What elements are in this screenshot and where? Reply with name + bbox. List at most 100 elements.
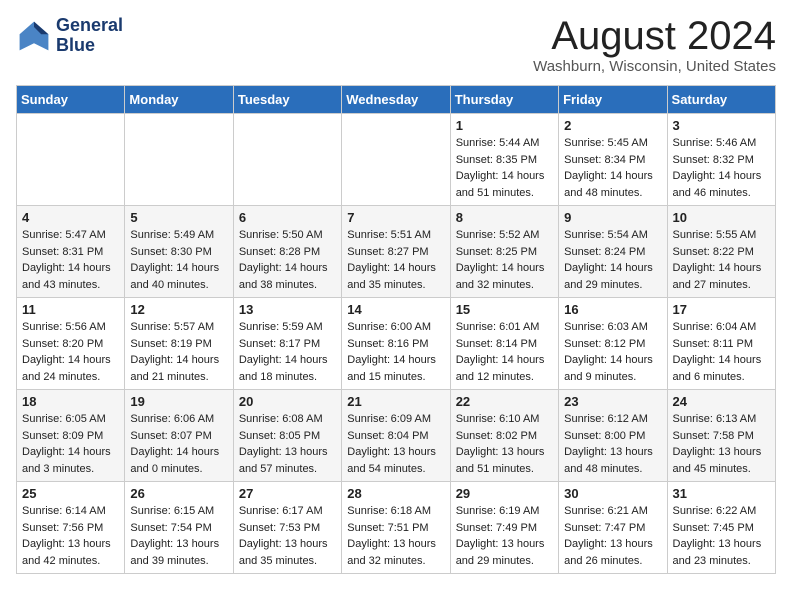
calendar-cell: 31 Sunrise: 6:22 AMSunset: 7:45 PMDayligh…: [667, 482, 775, 574]
title-area: August 2024 Washburn, Wisconsin, United …: [533, 16, 776, 75]
calendar-cell: 19 Sunrise: 6:06 AMSunset: 8:07 PMDayligh…: [125, 390, 233, 482]
calendar-week-row: 1 Sunrise: 5:44 AMSunset: 8:35 PMDaylight…: [17, 114, 776, 206]
weekday-header: Sunday: [17, 86, 125, 114]
calendar-cell: [233, 114, 341, 206]
calendar-cell: 17 Sunrise: 6:04 AMSunset: 8:11 PMDayligh…: [667, 298, 775, 390]
day-number: 25: [22, 486, 119, 501]
day-number: 29: [456, 486, 553, 501]
calendar-cell: 12 Sunrise: 5:57 AMSunset: 8:19 PMDayligh…: [125, 298, 233, 390]
calendar-cell: 3 Sunrise: 5:46 AMSunset: 8:32 PMDaylight…: [667, 114, 775, 206]
day-number: 4: [22, 210, 119, 225]
day-number: 5: [130, 210, 227, 225]
day-info: Sunrise: 5:49 AMSunset: 8:30 PMDaylight:…: [130, 227, 227, 293]
day-number: 8: [456, 210, 553, 225]
day-info: Sunrise: 6:08 AMSunset: 8:05 PMDaylight:…: [239, 411, 336, 477]
calendar-cell: 21 Sunrise: 6:09 AMSunset: 8:04 PMDayligh…: [342, 390, 450, 482]
calendar-table: SundayMondayTuesdayWednesdayThursdayFrid…: [16, 85, 776, 574]
calendar-cell: 25Sunrise: 6:14 AMSunset: 7:56 PMDayligh…: [17, 482, 125, 574]
weekday-header: Wednesday: [342, 86, 450, 114]
weekday-header: Tuesday: [233, 86, 341, 114]
day-number: 22: [456, 394, 553, 409]
calendar-cell: 6Sunrise: 5:50 AMSunset: 8:28 PMDaylight…: [233, 206, 341, 298]
day-info: Sunrise: 5:55 AMSunset: 8:22 PMDaylight:…: [673, 227, 770, 293]
day-number: 7: [347, 210, 444, 225]
day-number: 16: [564, 302, 661, 317]
calendar-cell: 30 Sunrise: 6:21 AMSunset: 7:47 PMDayligh…: [559, 482, 667, 574]
calendar-cell: 2Sunrise: 5:45 AMSunset: 8:34 PMDaylight…: [559, 114, 667, 206]
day-info: Sunrise: 6:15 AMSunset: 7:54 PMDaylight:…: [130, 503, 227, 569]
month-title: August 2024: [533, 16, 776, 56]
day-info: Sunrise: 6:18 AMSunset: 7:51 PMDaylight:…: [347, 503, 444, 569]
day-info: Sunrise: 6:06 AMSunset: 8:07 PMDaylight:…: [130, 411, 227, 477]
day-number: 9: [564, 210, 661, 225]
day-number: 24: [673, 394, 770, 409]
day-number: 18: [22, 394, 119, 409]
day-number: 15: [456, 302, 553, 317]
day-info: Sunrise: 5:51 AMSunset: 8:27 PMDaylight:…: [347, 227, 444, 293]
day-info: Sunrise: 5:44 AMSunset: 8:35 PMDaylight:…: [456, 135, 553, 201]
calendar-cell: 10 Sunrise: 5:55 AMSunset: 8:22 PMDayligh…: [667, 206, 775, 298]
day-number: 28: [347, 486, 444, 501]
calendar-cell: 14 Sunrise: 6:00 AMSunset: 8:16 PMDayligh…: [342, 298, 450, 390]
day-number: 12: [130, 302, 227, 317]
day-number: 21: [347, 394, 444, 409]
calendar-cell: 13 Sunrise: 5:59 AMSunset: 8:17 PMDayligh…: [233, 298, 341, 390]
calendar-cell: 23 Sunrise: 6:12 AMSunset: 8:00 PMDayligh…: [559, 390, 667, 482]
day-info: Sunrise: 5:47 AMSunset: 8:31 PMDaylight:…: [22, 227, 119, 293]
calendar-cell: 4 Sunrise: 5:47 AMSunset: 8:31 PMDaylight…: [17, 206, 125, 298]
calendar-cell: 24 Sunrise: 6:13 AMSunset: 7:58 PMDayligh…: [667, 390, 775, 482]
day-info: Sunrise: 6:00 AMSunset: 8:16 PMDaylight:…: [347, 319, 444, 385]
day-number: 11: [22, 302, 119, 317]
day-info: Sunrise: 5:59 AMSunset: 8:17 PMDaylight:…: [239, 319, 336, 385]
calendar-cell: 26 Sunrise: 6:15 AMSunset: 7:54 PMDayligh…: [125, 482, 233, 574]
calendar-cell: 22 Sunrise: 6:10 AMSunset: 8:02 PMDayligh…: [450, 390, 558, 482]
calendar-cell: 9 Sunrise: 5:54 AMSunset: 8:24 PMDaylight…: [559, 206, 667, 298]
day-number: 27: [239, 486, 336, 501]
day-info: Sunrise: 6:01 AMSunset: 8:14 PMDaylight:…: [456, 319, 553, 385]
day-info: Sunrise: 6:13 AMSunset: 7:58 PMDaylight:…: [673, 411, 770, 477]
day-info: Sunrise: 5:56 AMSunset: 8:20 PMDaylight:…: [22, 319, 119, 385]
day-info: Sunrise: 5:54 AMSunset: 8:24 PMDaylight:…: [564, 227, 661, 293]
day-info: Sunrise: 6:17 AMSunset: 7:53 PMDaylight:…: [239, 503, 336, 569]
day-number: 13: [239, 302, 336, 317]
day-info: Sunrise: 6:04 AMSunset: 8:11 PMDaylight:…: [673, 319, 770, 385]
day-number: 23: [564, 394, 661, 409]
day-info: Sunrise: 6:05 AMSunset: 8:09 PMDaylight:…: [22, 411, 119, 477]
calendar-week-row: 11 Sunrise: 5:56 AMSunset: 8:20 PMDayligh…: [17, 298, 776, 390]
calendar-cell: 20Sunrise: 6:08 AMSunset: 8:05 PMDayligh…: [233, 390, 341, 482]
day-info: Sunrise: 6:10 AMSunset: 8:02 PMDaylight:…: [456, 411, 553, 477]
weekday-header: Saturday: [667, 86, 775, 114]
day-number: 6: [239, 210, 336, 225]
day-number: 26: [130, 486, 227, 501]
day-info: Sunrise: 6:12 AMSunset: 8:00 PMDaylight:…: [564, 411, 661, 477]
calendar-cell: [342, 114, 450, 206]
day-info: Sunrise: 6:21 AMSunset: 7:47 PMDaylight:…: [564, 503, 661, 569]
day-number: 10: [673, 210, 770, 225]
location: Washburn, Wisconsin, United States: [533, 58, 776, 75]
day-info: Sunrise: 5:57 AMSunset: 8:19 PMDaylight:…: [130, 319, 227, 385]
day-number: 2: [564, 118, 661, 133]
calendar-cell: 7 Sunrise: 5:51 AMSunset: 8:27 PMDaylight…: [342, 206, 450, 298]
day-number: 3: [673, 118, 770, 133]
day-info: Sunrise: 5:52 AMSunset: 8:25 PMDaylight:…: [456, 227, 553, 293]
weekday-header: Friday: [559, 86, 667, 114]
calendar-cell: 16Sunrise: 6:03 AMSunset: 8:12 PMDayligh…: [559, 298, 667, 390]
weekday-header-row: SundayMondayTuesdayWednesdayThursdayFrid…: [17, 86, 776, 114]
calendar-week-row: 4 Sunrise: 5:47 AMSunset: 8:31 PMDaylight…: [17, 206, 776, 298]
day-number: 17: [673, 302, 770, 317]
calendar-cell: [125, 114, 233, 206]
calendar-cell: 8 Sunrise: 5:52 AMSunset: 8:25 PMDaylight…: [450, 206, 558, 298]
day-info: Sunrise: 5:46 AMSunset: 8:32 PMDaylight:…: [673, 135, 770, 201]
day-number: 1: [456, 118, 553, 133]
day-info: Sunrise: 6:22 AMSunset: 7:45 PMDaylight:…: [673, 503, 770, 569]
day-number: 31: [673, 486, 770, 501]
calendar-cell: [17, 114, 125, 206]
day-info: Sunrise: 6:19 AMSunset: 7:49 PMDaylight:…: [456, 503, 553, 569]
calendar-cell: 18 Sunrise: 6:05 AMSunset: 8:09 PMDayligh…: [17, 390, 125, 482]
day-info: Sunrise: 6:09 AMSunset: 8:04 PMDaylight:…: [347, 411, 444, 477]
calendar-cell: 1 Sunrise: 5:44 AMSunset: 8:35 PMDaylight…: [450, 114, 558, 206]
day-number: 14: [347, 302, 444, 317]
calendar-cell: 28 Sunrise: 6:18 AMSunset: 7:51 PMDayligh…: [342, 482, 450, 574]
day-number: 19: [130, 394, 227, 409]
day-number: 30: [564, 486, 661, 501]
